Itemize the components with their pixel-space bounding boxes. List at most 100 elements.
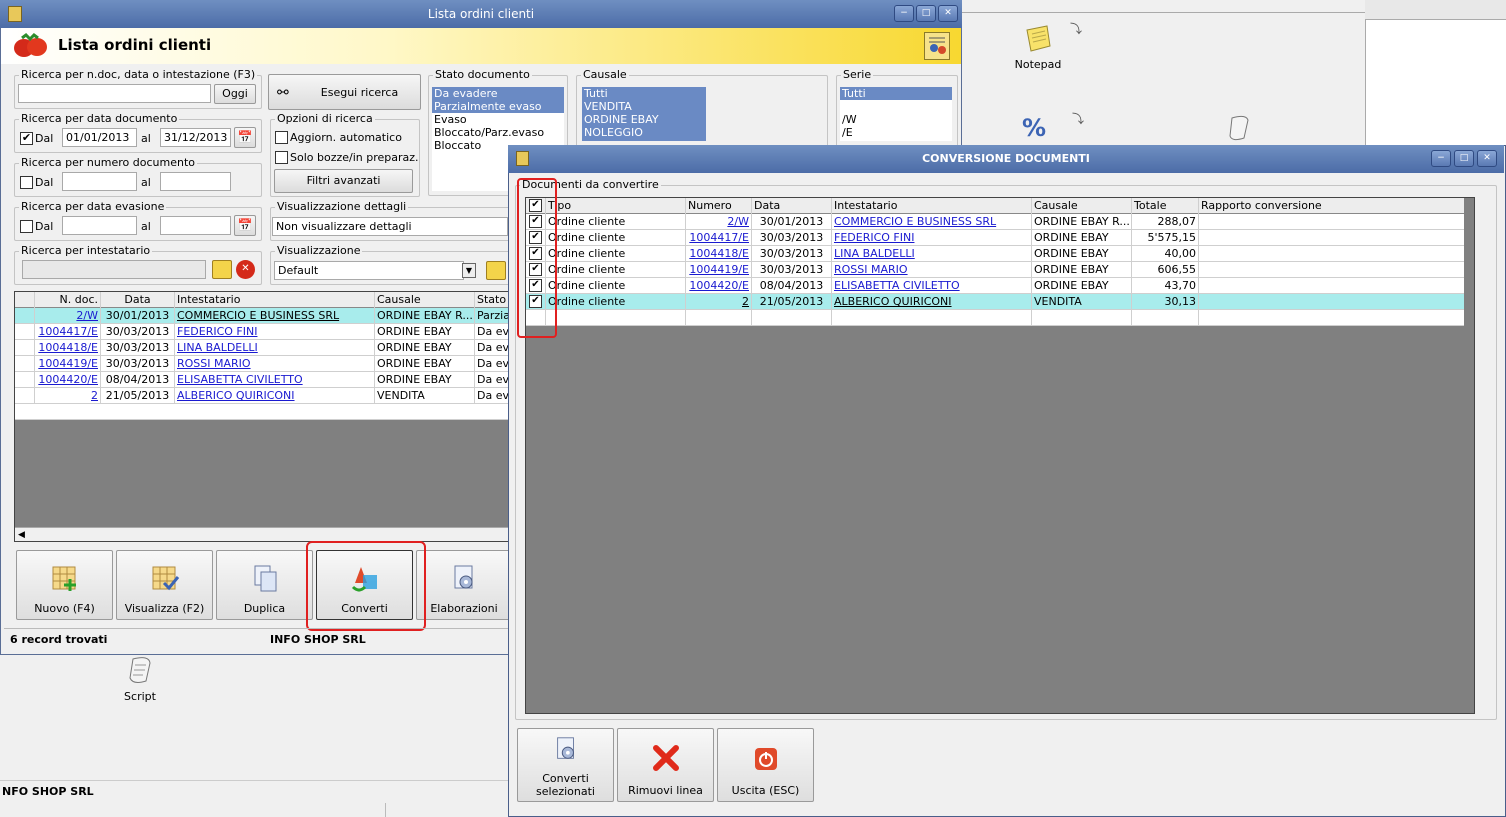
state-item[interactable]: Evaso [432,113,564,126]
column-header[interactable]: Numero [686,198,752,214]
dialog-close-button[interactable]: ✕ [1477,150,1497,167]
table-cell[interactable]: FEDERICO FINI [175,324,375,340]
advanced-filters-button[interactable]: Filtri avanzati [274,169,413,193]
table-cell[interactable]: 1004418/E [686,246,752,262]
column-header[interactable]: Tipo [546,198,686,214]
clear-icon[interactable]: ✕ [236,260,255,279]
column-header[interactable]: Intestatario [832,198,1032,214]
series-item[interactable]: /W [840,113,952,126]
table-row-empty[interactable] [526,310,1466,326]
column-header[interactable]: Causale [375,292,475,308]
chevron-down-icon[interactable]: ▼ [462,263,476,278]
table-row[interactable]: 2/W 30/01/2013 COMMERCIO E BUSINESS SRL ORD… [15,308,513,324]
table-row[interactable]: ✔ Ordine cliente 1004420/E 08/04/2013 ELISAB… [526,278,1466,294]
table-cell[interactable]: COMMERCIO E BUSINESS SRL [832,214,1032,230]
horizontal-scrollbar[interactable]: ◀ [15,527,513,541]
table-cell[interactable]: 1004419/E [686,262,752,278]
table-row[interactable]: 1004420/E 08/04/2013 ELISABETTA CIVILETTO O… [15,372,513,388]
table-cell[interactable]: 1004418/E [35,340,101,356]
date-doc-to-input[interactable]: 31/12/2013 [160,128,231,147]
table-cell[interactable]: 2/W [686,214,752,230]
table-row[interactable]: ✔ Ordine cliente 2 21/05/2013 ALBERICO QUIRI… [526,294,1466,310]
table-row[interactable]: ✔ Ordine cliente 2/W 30/01/2013 COMMERCIO E … [526,214,1466,230]
table-cell[interactable]: LINA BALDELLI [832,246,1032,262]
table-cell[interactable]: ROSSI MARIO [175,356,375,372]
date-eva-to-input[interactable] [160,216,231,235]
series-list[interactable]: Tutti /W /E [840,87,952,141]
table-cell[interactable]: ROSSI MARIO [832,262,1032,278]
table-cell[interactable]: 1004419/E [35,356,101,372]
row-indicator[interactable] [15,388,35,404]
script-scroll-icon[interactable] [1226,114,1252,142]
causal-item[interactable]: NOLEGGIO [582,126,706,139]
desktop-icon-script[interactable]: Script [118,655,162,705]
row-indicator[interactable] [15,372,35,388]
row-indicator[interactable] [15,308,35,324]
maximize-button[interactable]: □ [916,5,936,22]
column-header[interactable]: Intestatario [175,292,375,308]
row-indicator[interactable] [15,340,35,356]
table-row[interactable]: ✔ Ordine cliente 1004419/E 30/03/2013 ROSSI … [526,262,1466,278]
dialog-maximize-button[interactable]: □ [1454,150,1474,167]
view-select[interactable]: Default [274,261,464,280]
date-doc-checkbox[interactable]: ✔ [20,132,33,145]
date-eva-from-input[interactable] [62,216,137,235]
column-header[interactable]: Data [752,198,832,214]
calendar-button[interactable]: 📅 [234,127,256,148]
column-header[interactable] [15,292,35,308]
table-cell[interactable]: 1004420/E [686,278,752,294]
exit-button[interactable]: Uscita (ESC) [717,728,814,802]
state-item[interactable]: Parzialmente evaso [432,100,564,113]
table-row[interactable]: ✔ Ordine cliente 1004418/E 30/03/2013 LINA B… [526,246,1466,262]
table-cell[interactable]: ELISABETTA CIVILETTO [175,372,375,388]
table-cell[interactable]: ALBERICO QUIRICONI [832,294,1032,310]
drafts-checkbox[interactable] [275,151,288,164]
series-item[interactable]: /E [840,126,952,139]
today-button[interactable]: Oggi [214,84,256,104]
table-cell[interactable]: 2/W [35,308,101,324]
table-row[interactable]: 1004417/E 30/03/2013 FEDERICO FINI ORDINE E… [15,324,513,340]
causal-item[interactable]: Tutti [582,87,706,100]
folder-icon[interactable] [212,260,232,279]
auto-update-checkbox[interactable] [275,131,288,144]
table-cell[interactable]: LINA BALDELLI [175,340,375,356]
date-doc-from-input[interactable]: 01/01/2013 [62,128,137,147]
table-cell[interactable]: FEDERICO FINI [832,230,1032,246]
percent-icon[interactable]: % [1022,114,1046,142]
series-item[interactable]: Tutti [840,87,952,100]
desktop-icon-notepad[interactable]: Notepad [1010,24,1066,74]
series-item[interactable] [840,100,952,113]
table-cell[interactable]: ELISABETTA CIVILETTO [832,278,1032,294]
holder-input[interactable] [22,260,206,279]
dialog-titlebar[interactable]: CONVERSIONE DOCUMENTI [508,145,1504,173]
causal-item[interactable]: VENDITA [582,100,706,113]
table-row[interactable]: 1004419/E 30/03/2013 ROSSI MARIO ORDINE EBA… [15,356,513,372]
date-eva-checkbox[interactable] [20,220,33,233]
dialog-minimize-button[interactable]: − [1431,150,1451,167]
vertical-scrollbar[interactable] [1464,198,1474,326]
search-input[interactable] [18,84,211,103]
table-row[interactable]: 1004418/E 30/03/2013 LINA BALDELLI ORDINE E… [15,340,513,356]
close-button[interactable]: ✕ [938,5,958,22]
causal-item[interactable]: ORDINE EBAY [582,113,706,126]
main-titlebar[interactable]: Lista ordini clienti [0,0,962,28]
causal-list[interactable]: Tutti VENDITA ORDINE EBAY NOLEGGIO [582,87,706,141]
processing-button[interactable]: Elaborazioni [416,550,512,620]
num-doc-checkbox[interactable] [20,176,33,189]
table-cell[interactable]: 1004417/E [35,324,101,340]
row-indicator[interactable] [15,324,35,340]
scroll-left-icon[interactable]: ◀ [18,530,25,540]
column-header[interactable]: Totale [1132,198,1199,214]
minimize-button[interactable]: − [894,5,914,22]
column-header[interactable]: Causale [1032,198,1132,214]
folder-icon[interactable] [486,261,506,280]
users-report-icon[interactable] [924,32,950,60]
table-cell[interactable]: ALBERICO QUIRICONI [175,388,375,404]
table-cell[interactable]: 2 [35,388,101,404]
state-item[interactable]: Da evadere [432,87,564,100]
search-button[interactable]: ⚯ Esegui ricerca [268,74,421,110]
num-doc-from-input[interactable] [62,172,137,191]
convert-selected-button[interactable]: Converti selezionati [517,728,614,802]
table-row[interactable]: ✔ Ordine cliente 1004417/E 30/03/2013 FEDERI… [526,230,1466,246]
row-indicator[interactable] [15,356,35,372]
